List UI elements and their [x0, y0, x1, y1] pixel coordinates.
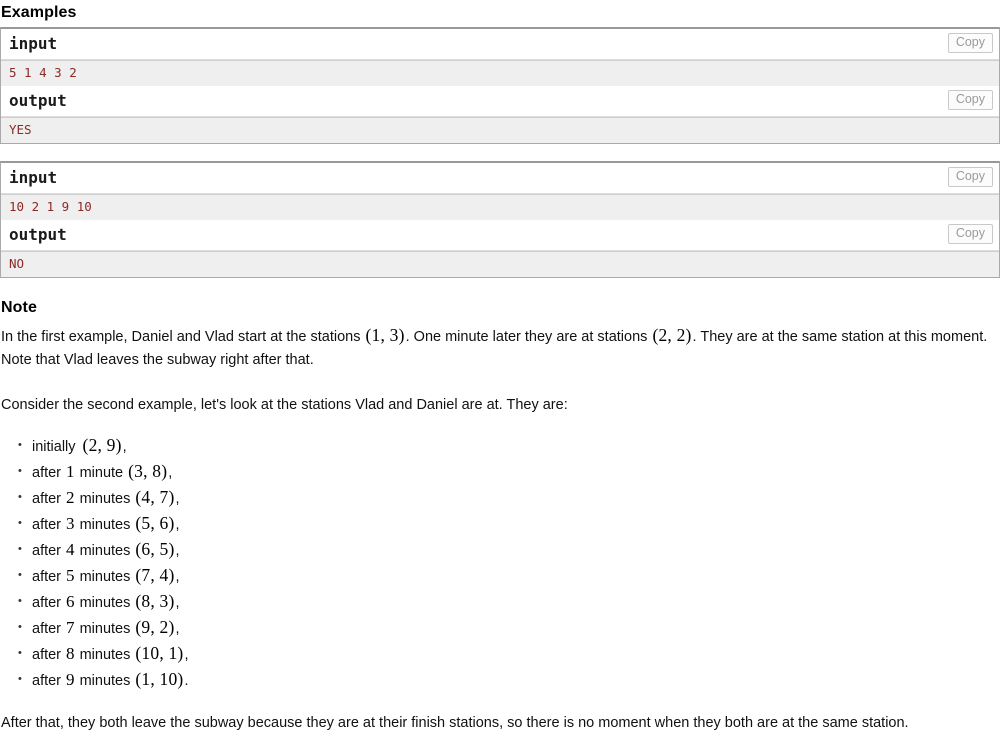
sample-test-block: input Copy 5 1 4 3 2 output Copy YES	[0, 27, 1000, 144]
item-suffix: minutes	[75, 647, 135, 663]
item-prefix: after	[32, 543, 66, 559]
item-pair: (4, 7)	[135, 487, 175, 507]
item-prefix: after	[32, 595, 66, 611]
output-title-bar: output Copy	[1, 86, 999, 117]
output-data: NO	[1, 251, 999, 277]
item-prefix: after	[32, 569, 66, 585]
item-suffix: minutes	[75, 673, 135, 689]
item-prefix: after	[32, 491, 66, 507]
item-prefix: after	[32, 647, 66, 663]
item-suffix: minutes	[75, 517, 135, 533]
list-item: after 7 minutes (9, 2),	[18, 615, 1001, 641]
item-pair: (9, 2)	[135, 617, 175, 637]
sample-tests-container: input Copy 5 1 4 3 2 output Copy YES inp…	[0, 27, 1001, 278]
item-prefix: after	[32, 621, 66, 637]
item-punct: ,	[175, 621, 180, 637]
problem-statement-page: Examples input Copy 5 1 4 3 2 output Cop…	[0, 0, 1001, 739]
list-item: after 5 minutes (7, 4),	[18, 563, 1001, 589]
item-punct: ,	[184, 647, 189, 663]
item-punct: ,	[175, 543, 180, 559]
input-data: 10 2 1 9 10	[1, 194, 999, 220]
item-pair: (7, 4)	[135, 565, 175, 585]
item-suffix: minute	[75, 465, 128, 481]
list-item: after 2 minutes (4, 7),	[18, 485, 1001, 511]
output-data: YES	[1, 117, 999, 143]
output-title: output	[9, 225, 67, 244]
item-pair: (6, 5)	[135, 539, 175, 559]
item-punct: ,	[175, 595, 180, 611]
input-title: input	[9, 168, 58, 187]
item-minutes: 4	[66, 540, 75, 559]
item-minutes: 2	[66, 488, 75, 507]
item-prefix: initially	[32, 439, 80, 455]
item-suffix: minutes	[75, 491, 135, 507]
input-title-bar: input Copy	[1, 29, 999, 60]
item-suffix: minutes	[75, 595, 135, 611]
item-suffix: minutes	[75, 543, 135, 559]
list-item: after 1 minute (3, 8),	[18, 459, 1001, 485]
note-paragraph-first-example: In the first example, Daniel and Vlad st…	[0, 322, 1001, 376]
item-pair: (5, 6)	[135, 513, 175, 533]
item-suffix: minutes	[75, 621, 135, 637]
item-punct: ,	[175, 569, 180, 585]
item-punct: ,	[175, 491, 180, 507]
item-punct: .	[184, 673, 189, 689]
note-paragraph-conclusion: After that, they both leave the subway b…	[1, 715, 909, 731]
list-item: after 3 minutes (5, 6),	[18, 511, 1001, 537]
item-prefix: after	[32, 517, 66, 533]
item-punct: ,	[175, 517, 180, 533]
item-prefix: after	[32, 465, 66, 481]
note-text-b: . One minute later they are at stations	[405, 329, 652, 345]
input-title-bar: input Copy	[1, 163, 999, 194]
output-title-bar: output Copy	[1, 220, 999, 251]
sample-test-block: input Copy 10 2 1 9 10 output Copy NO	[0, 161, 1000, 278]
copy-output-button[interactable]: Copy	[947, 224, 993, 244]
item-pair: (10, 1)	[135, 643, 184, 663]
item-minutes: 8	[66, 644, 75, 663]
copy-output-button[interactable]: Copy	[947, 90, 993, 110]
item-minutes: 3	[66, 514, 75, 533]
copy-input-button[interactable]: Copy	[947, 167, 993, 187]
station-list: initially (2, 9), after 1 minute (3, 8),…	[0, 433, 1001, 693]
list-item: after 4 minutes (6, 5),	[18, 537, 1001, 563]
item-minutes: 1	[66, 462, 75, 481]
item-prefix: after	[32, 673, 66, 689]
input-data: 5 1 4 3 2	[1, 60, 999, 86]
list-item: after 6 minutes (8, 3),	[18, 589, 1001, 615]
item-pair: (1, 10)	[135, 669, 184, 689]
item-minutes: 5	[66, 566, 75, 585]
item-pair: (3, 8)	[128, 461, 168, 481]
math-pair-1-3: (1, 3)	[365, 325, 405, 345]
item-punct: ,	[122, 439, 127, 455]
list-item: after 9 minutes (1, 10).	[18, 667, 1001, 693]
item-suffix: minutes	[75, 569, 135, 585]
input-title: input	[9, 34, 58, 53]
item-minutes: 7	[66, 618, 75, 637]
note-section: Note In the first example, Daniel and Vl…	[0, 295, 1001, 739]
copy-input-button[interactable]: Copy	[947, 33, 993, 53]
list-item: after 8 minutes (10, 1),	[18, 641, 1001, 667]
note-heading: Note	[1, 299, 37, 316]
item-pair: (8, 3)	[135, 591, 175, 611]
item-minutes: 9	[66, 670, 75, 689]
note-text-a: In the first example, Daniel and Vlad st…	[1, 329, 365, 345]
math-pair-2-2: (2, 2)	[652, 325, 692, 345]
note-paragraph-second-example: Consider the second example, let's look …	[1, 397, 568, 413]
list-item: initially (2, 9),	[18, 433, 1001, 459]
output-title: output	[9, 91, 67, 110]
item-pair: (2, 9)	[82, 435, 122, 455]
examples-heading: Examples	[1, 4, 77, 21]
item-punct: ,	[168, 465, 173, 481]
item-minutes: 6	[66, 592, 75, 611]
